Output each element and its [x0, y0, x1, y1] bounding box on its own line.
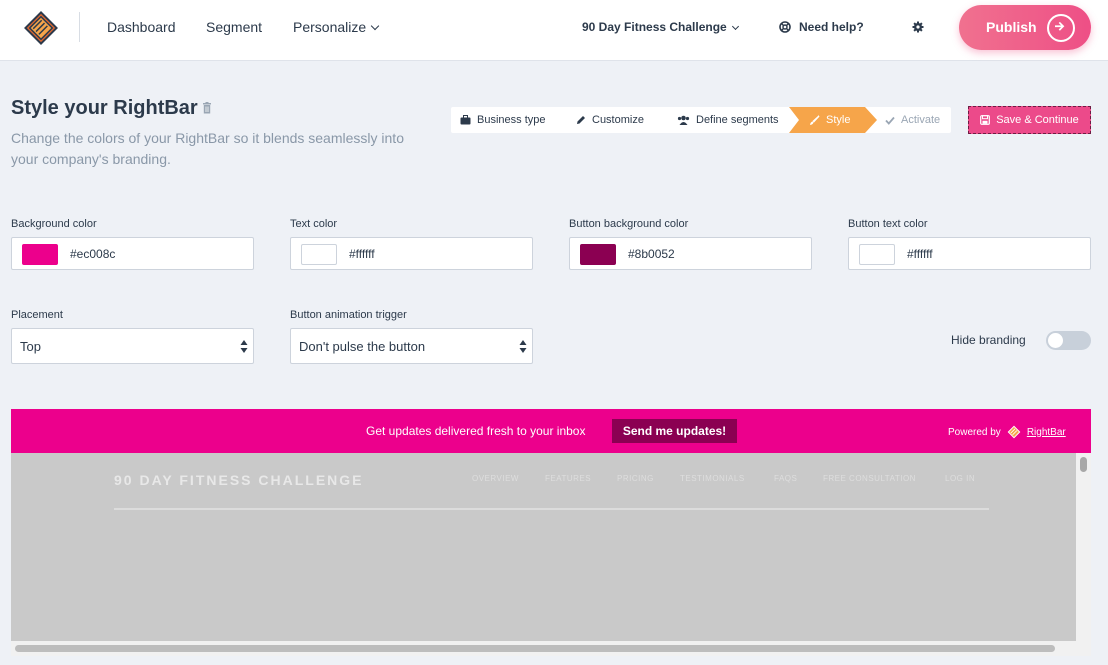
button-background-color-value: #8b0052	[628, 247, 675, 261]
hide-branding-toggle[interactable]	[1046, 331, 1091, 350]
floppy-disk-icon	[980, 115, 991, 125]
site-divider	[114, 508, 989, 510]
text-color-field[interactable]: #ffffff	[290, 237, 533, 270]
preview-bar: Get updates delivered fresh to your inbo…	[11, 409, 1091, 453]
placement-label: Placement	[11, 309, 63, 321]
publish-button[interactable]: Publish	[959, 5, 1091, 50]
text-color-label: Text color	[290, 218, 338, 230]
lifebuoy-icon	[779, 21, 791, 33]
button-text-color-field[interactable]: #ffffff	[848, 237, 1091, 270]
brush-icon	[809, 115, 820, 126]
rightbar-preview: Get updates delivered fresh to your inbo…	[11, 409, 1091, 656]
chevron-down-icon	[731, 22, 739, 31]
site-nav-testimonials[interactable]: TESTIMONIALS	[680, 474, 745, 483]
powered-by: Powered by RightBar	[948, 425, 1066, 439]
save-continue-button[interactable]: Save & Continue	[968, 106, 1091, 134]
step-style[interactable]: Style	[789, 107, 877, 133]
site-nav-pricing[interactable]: PRICING	[617, 474, 654, 483]
page-subtitle: Change the colors of your RightBar so it…	[11, 130, 404, 167]
step-business-type[interactable]: Business type	[460, 107, 545, 133]
select-arrows-icon	[240, 340, 248, 353]
site-nav-features[interactable]: FEATURES	[545, 474, 591, 483]
page-title: Style your RightBar	[11, 97, 198, 119]
arrow-right-icon	[1047, 14, 1075, 42]
background-color-field[interactable]: #ec008c	[11, 237, 254, 270]
background-color-label: Background color	[11, 218, 97, 230]
users-icon	[677, 115, 690, 125]
nav-divider	[79, 12, 80, 42]
step-customize[interactable]: Customize	[576, 107, 644, 133]
project-name: 90 Day Fitness Challenge	[582, 20, 727, 34]
horizontal-scrollbar[interactable]	[11, 641, 1076, 656]
background-color-value: #ec008c	[70, 247, 116, 261]
preview-message: Get updates delivered fresh to your inbo…	[366, 424, 586, 438]
help-link[interactable]: Need help?	[779, 20, 864, 34]
animation-trigger-label: Button animation trigger	[290, 309, 407, 321]
trash-icon[interactable]	[202, 102, 212, 114]
site-nav-faqs[interactable]: FAQS	[774, 474, 797, 483]
placement-select[interactable]: Top	[11, 328, 254, 364]
rightbar-logo[interactable]	[22, 9, 60, 47]
chevron-down-icon	[370, 21, 380, 31]
gear-icon[interactable]	[911, 20, 925, 34]
button-background-color-field[interactable]: #8b0052	[569, 237, 812, 270]
step-label: Define segments	[696, 114, 779, 126]
save-continue-label: Save & Continue	[996, 114, 1079, 126]
top-navbar: Dashboard Segment Personalize 90 Day Fit…	[0, 0, 1108, 61]
preview-cta-button[interactable]: Send me updates!	[612, 419, 737, 443]
step-define-segments[interactable]: Define segments	[677, 107, 779, 133]
button-background-color-swatch[interactable]	[580, 244, 616, 265]
animation-trigger-select[interactable]: Don't pulse the button	[290, 328, 533, 364]
button-text-color-swatch[interactable]	[859, 244, 895, 265]
select-arrows-icon	[519, 340, 527, 353]
site-nav-free-consultation[interactable]: FREE CONSULTATION	[823, 474, 916, 483]
step-label: Style	[826, 114, 851, 126]
placement-value: Top	[20, 339, 41, 354]
wizard-steps: Business type Customize Define segments …	[451, 107, 951, 133]
publish-label: Publish	[986, 19, 1037, 35]
text-color-value: #ffffff	[349, 247, 375, 261]
horizontal-scroll-thumb[interactable]	[15, 645, 1055, 652]
vertical-scroll-thumb[interactable]	[1080, 457, 1087, 472]
help-label: Need help?	[799, 20, 864, 34]
site-title: 90 DAY FITNESS CHALLENGE	[114, 472, 364, 488]
rightbar-logo-icon	[1007, 425, 1021, 439]
site-nav-overview[interactable]: OVERVIEW	[472, 474, 519, 483]
button-text-color-label: Button text color	[848, 218, 928, 230]
nav-segment[interactable]: Segment	[206, 19, 262, 35]
background-color-swatch[interactable]	[22, 244, 58, 265]
project-switcher[interactable]: 90 Day Fitness Challenge	[582, 20, 739, 34]
vertical-scrollbar[interactable]	[1076, 453, 1091, 656]
text-color-swatch[interactable]	[301, 244, 337, 265]
briefcase-icon	[460, 115, 471, 125]
toggle-knob	[1048, 333, 1063, 348]
animation-trigger-value: Don't pulse the button	[299, 339, 426, 354]
hide-branding-label: Hide branding	[951, 333, 1026, 347]
button-background-color-label: Button background color	[569, 218, 689, 230]
step-label: Activate	[901, 114, 941, 126]
powered-by-label: Powered by	[948, 426, 1001, 438]
nav-dashboard[interactable]: Dashboard	[107, 19, 176, 35]
site-nav-login[interactable]: LOG IN	[945, 474, 975, 483]
preview-website: 90 DAY FITNESS CHALLENGE OVERVIEW FEATUR…	[11, 453, 1076, 656]
nav-personalize-label: Personalize	[293, 19, 367, 35]
step-activate[interactable]: Activate	[885, 107, 940, 133]
rightbar-link[interactable]: RightBar	[1027, 427, 1066, 438]
step-label: Business type	[477, 114, 546, 126]
nav-personalize[interactable]: Personalize	[293, 19, 380, 35]
pencil-icon	[577, 116, 585, 124]
button-text-color-value: #ffffff	[907, 247, 933, 261]
check-icon	[885, 116, 895, 125]
step-label: Customize	[592, 114, 644, 126]
